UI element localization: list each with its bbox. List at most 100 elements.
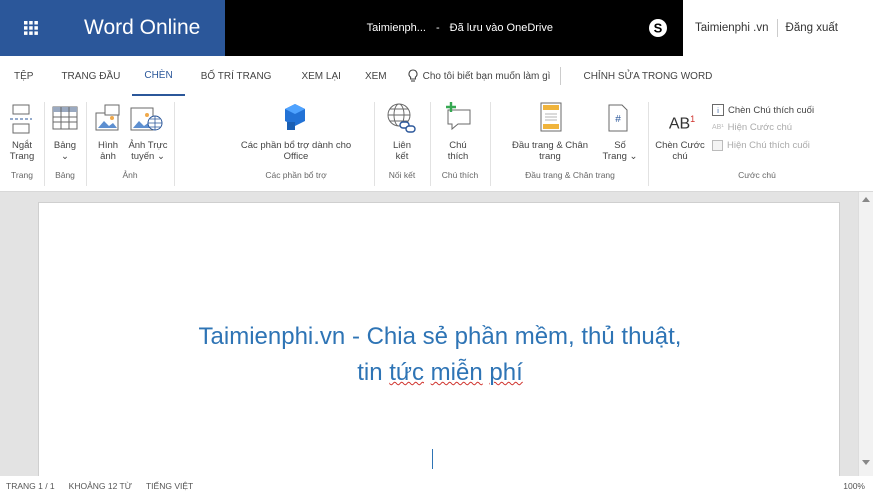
comment-icon xyxy=(446,102,471,131)
tab-review[interactable]: XEM LẠI xyxy=(283,56,352,96)
group-separator xyxy=(86,102,87,186)
insert-endnote-button[interactable]: i Chèn Chú thích cuối xyxy=(712,104,862,116)
footnote-label-2: chú xyxy=(672,151,688,162)
tell-me-text: Cho tôi biết bạn muốn làm gì xyxy=(422,70,551,82)
online-picture-label-1: Ảnh Trực xyxy=(128,140,168,151)
save-status: Đã lưu vào OneDrive xyxy=(449,22,553,34)
document-line-2: tin tức miễn phí xyxy=(39,355,841,391)
picture-icon xyxy=(95,104,120,131)
endnote-label: Chèn Chú thích cuối xyxy=(728,104,815,116)
endnote-icon: i xyxy=(712,104,724,116)
page-number-label-2: Trang ⌄ xyxy=(602,151,638,162)
word-online-window: Word Online Taimienph... - Đã lưu vào On… xyxy=(0,0,873,496)
show-endnotes-icon xyxy=(712,140,723,151)
page-break-icon xyxy=(10,104,32,134)
page-break-label-1: Ngắt xyxy=(11,140,33,151)
office-addins-label-2: Office xyxy=(283,151,309,162)
zoom-level[interactable]: 100% xyxy=(843,481,865,491)
header-footer-label-1: Đầu trang & Chân xyxy=(511,140,589,151)
group-separator xyxy=(430,102,431,186)
table-icon xyxy=(52,106,78,130)
doc-word-tin: tin xyxy=(357,359,390,386)
group-links-label: Nối kết xyxy=(388,170,416,180)
group-separator xyxy=(648,102,649,186)
svg-text:S: S xyxy=(654,21,663,36)
document-page[interactable]: Taimienphi.vn - Chia sẻ phần mềm, thủ th… xyxy=(38,202,840,482)
skype-icon: S xyxy=(649,19,667,37)
comment-label-2: thích xyxy=(447,151,469,162)
tell-me-box[interactable]: Cho tôi biết bạn muốn làm gì xyxy=(399,69,551,83)
group-comments-label: Chú thích xyxy=(441,170,479,180)
link-label-1: Liên xyxy=(393,140,411,151)
doc-space xyxy=(424,359,431,386)
online-picture-label-2: tuyến ⌄ xyxy=(131,151,165,162)
page-break-label-2: Trang xyxy=(9,151,35,162)
document-line-1: Taimienphi.vn - Chia sẻ phần mềm, thủ th… xyxy=(198,323,682,350)
link-icon xyxy=(387,103,416,133)
office-addins-label-1: Các phần bổ trợ dành cho xyxy=(240,140,352,151)
svg-text:#: # xyxy=(615,114,621,125)
tab-view[interactable]: XEM xyxy=(353,56,399,96)
tab-home[interactable]: TRANG ĐẦU xyxy=(45,56,132,96)
document-name[interactable]: Taimienph... xyxy=(367,22,426,34)
app-name[interactable]: Word Online xyxy=(62,0,225,56)
footnote-label-1: Chèn Cước xyxy=(655,140,705,151)
waffle-icon xyxy=(24,21,38,35)
group-pictures-label: Ảnh xyxy=(122,170,138,180)
title-dash: - xyxy=(435,22,440,34)
word-count: KHOẢNG 12 TỪ xyxy=(68,481,132,491)
ribbon-tabs: TỆP TRANG ĐẦU CHÈN BỐ TRÍ TRANG XEM LẠI … xyxy=(0,56,873,96)
doc-word-mien: miễn xyxy=(430,359,483,386)
picture-label-1: Hình xyxy=(97,140,119,151)
status-bar: TRANG 1 / 1 KHOẢNG 12 TỪ TIẾNG VIỆT 100% xyxy=(0,476,873,496)
document-body-text[interactable]: Taimienphi.vn - Chia sẻ phần mềm, thủ th… xyxy=(39,319,841,391)
tab-file[interactable]: TỆP xyxy=(0,56,45,96)
footnote-icon: AB1 xyxy=(668,114,696,133)
link-label-2: kết xyxy=(395,151,409,162)
group-separator xyxy=(44,102,45,186)
account-separator xyxy=(776,19,778,37)
page-number-label-1: Số xyxy=(614,140,626,151)
group-tables-label: Bảng xyxy=(55,170,75,180)
title-bar: Word Online Taimienph... - Đã lưu vào On… xyxy=(0,0,873,56)
show-endnotes-label: Hiện Chú thích cuối xyxy=(727,140,810,151)
group-separator xyxy=(490,102,491,186)
show-footnotes-button[interactable]: AB¹ Hiện Cước chú xyxy=(712,122,862,133)
lightbulb-icon xyxy=(408,69,418,82)
doc-word-phi: phí xyxy=(489,359,523,386)
office-addins-icon xyxy=(285,104,305,130)
scroll-down-icon[interactable] xyxy=(862,460,870,466)
page-number-icon: # xyxy=(608,104,628,132)
edit-in-word-button[interactable]: CHỈNH SỬA TRONG WORD xyxy=(571,56,724,96)
language-indicator[interactable]: TIẾNG VIỆT xyxy=(146,481,193,491)
group-addins-label: Các phần bổ trợ xyxy=(265,170,327,180)
account-area: Taimienphi .vn Đăng xuất xyxy=(683,0,873,56)
text-cursor xyxy=(432,449,433,469)
show-footnotes-icon: AB¹ xyxy=(712,124,724,131)
group-headerfooter-label: Đầu trang & Chân trang xyxy=(525,170,615,180)
signout-link[interactable]: Đăng xuất xyxy=(786,22,838,34)
header-footer-label-2: trang xyxy=(539,151,561,162)
tab-insert[interactable]: CHÈN xyxy=(132,56,185,96)
group-footnotes-label: Cước chú xyxy=(738,170,776,180)
header-footer-icon xyxy=(540,102,562,132)
ribbon-insert: Ngắt Trang Trang Bảng ⌄ Bảng Hình ảnh Ản… xyxy=(0,96,873,192)
app-launcher-button[interactable] xyxy=(0,0,62,56)
doc-word-tuc: tức xyxy=(389,359,424,386)
tab-separator xyxy=(560,67,562,85)
tab-layout[interactable]: BỐ TRÍ TRANG xyxy=(185,56,284,96)
vertical-scrollbar[interactable] xyxy=(858,192,873,476)
group-separator xyxy=(374,102,375,186)
show-endnotes-button[interactable]: Hiện Chú thích cuối xyxy=(712,140,862,151)
skype-button[interactable]: S xyxy=(633,0,683,56)
online-picture-icon xyxy=(130,107,163,131)
comment-label-1: Chú xyxy=(449,140,467,151)
table-dropdown: ⌄ xyxy=(61,151,69,162)
table-label: Bảng xyxy=(53,140,77,151)
group-pages-label: Trang xyxy=(11,170,33,180)
picture-label-2: ảnh xyxy=(100,151,116,162)
document-title-area: Taimienph... - Đã lưu vào OneDrive xyxy=(225,0,633,56)
scroll-up-icon[interactable] xyxy=(862,196,870,202)
group-separator xyxy=(174,102,175,186)
account-name[interactable]: Taimienphi .vn xyxy=(695,22,769,34)
